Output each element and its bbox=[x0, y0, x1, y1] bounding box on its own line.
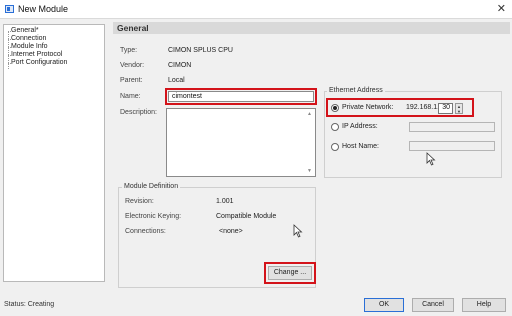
vendor-label: Vendor: bbox=[120, 62, 145, 69]
change-highlight bbox=[264, 262, 316, 284]
help-button[interactable]: Help bbox=[462, 298, 506, 312]
host-name-field[interactable] bbox=[409, 141, 495, 151]
description-label: Description: bbox=[120, 109, 157, 116]
close-icon[interactable]: ✕ bbox=[497, 2, 506, 15]
ip-address-label: IP Address: bbox=[342, 123, 378, 130]
status-text: Status: Creating bbox=[4, 301, 55, 308]
name-label: Name: bbox=[120, 93, 141, 100]
ip-address-field[interactable] bbox=[409, 122, 495, 132]
ip-address-radio[interactable] bbox=[331, 123, 339, 131]
cancel-button[interactable]: Cancel bbox=[412, 298, 454, 312]
parent-value: Local bbox=[168, 77, 185, 84]
scroll-up-icon[interactable]: ▲ bbox=[307, 111, 312, 117]
electronic-keying-value: Compatible Module bbox=[216, 213, 277, 220]
vendor-value: CIMON bbox=[168, 62, 192, 69]
app-window-icon bbox=[5, 5, 14, 13]
type-value: CIMON SPLUS CPU bbox=[168, 47, 233, 54]
connections-value: <none> bbox=[219, 228, 243, 235]
mouse-cursor-icon bbox=[293, 224, 303, 238]
revision-label: Revision: bbox=[125, 198, 154, 205]
host-name-radio[interactable] bbox=[331, 143, 339, 151]
category-tree: General* Connection Module Info Internet… bbox=[3, 24, 105, 282]
scroll-down-icon[interactable]: ▼ bbox=[307, 168, 312, 174]
tree-item-internet-protocol[interactable]: Internet Protocol bbox=[11, 51, 62, 58]
tree-item-general[interactable]: General* bbox=[11, 27, 39, 34]
module-definition-label: Module Definition bbox=[122, 183, 181, 190]
title-bar: New Module ✕ bbox=[0, 0, 512, 19]
mouse-cursor-icon bbox=[426, 152, 436, 166]
panel-title: General bbox=[117, 23, 149, 33]
name-highlight bbox=[165, 88, 317, 105]
host-name-label: Host Name: bbox=[342, 143, 379, 150]
ethernet-group-label: Ethernet Address bbox=[327, 87, 385, 94]
tree-item-port-configuration[interactable]: Port Configuration bbox=[11, 59, 67, 66]
ok-button[interactable]: OK bbox=[364, 298, 404, 312]
tree-item-module-info[interactable]: Module Info bbox=[11, 43, 48, 50]
window-title: New Module bbox=[18, 4, 69, 14]
revision-value: 1.001 bbox=[216, 198, 234, 205]
type-label: Type: bbox=[120, 47, 138, 54]
panel-header: General bbox=[113, 22, 510, 34]
private-network-highlight bbox=[326, 98, 474, 117]
connections-label: Connections: bbox=[125, 228, 166, 235]
description-textarea[interactable]: ▲ ▼ bbox=[166, 108, 316, 177]
electronic-keying-label: Electronic Keying: bbox=[125, 213, 182, 220]
tree-item-connection[interactable]: Connection bbox=[11, 35, 46, 42]
parent-label: Parent: bbox=[120, 77, 143, 84]
